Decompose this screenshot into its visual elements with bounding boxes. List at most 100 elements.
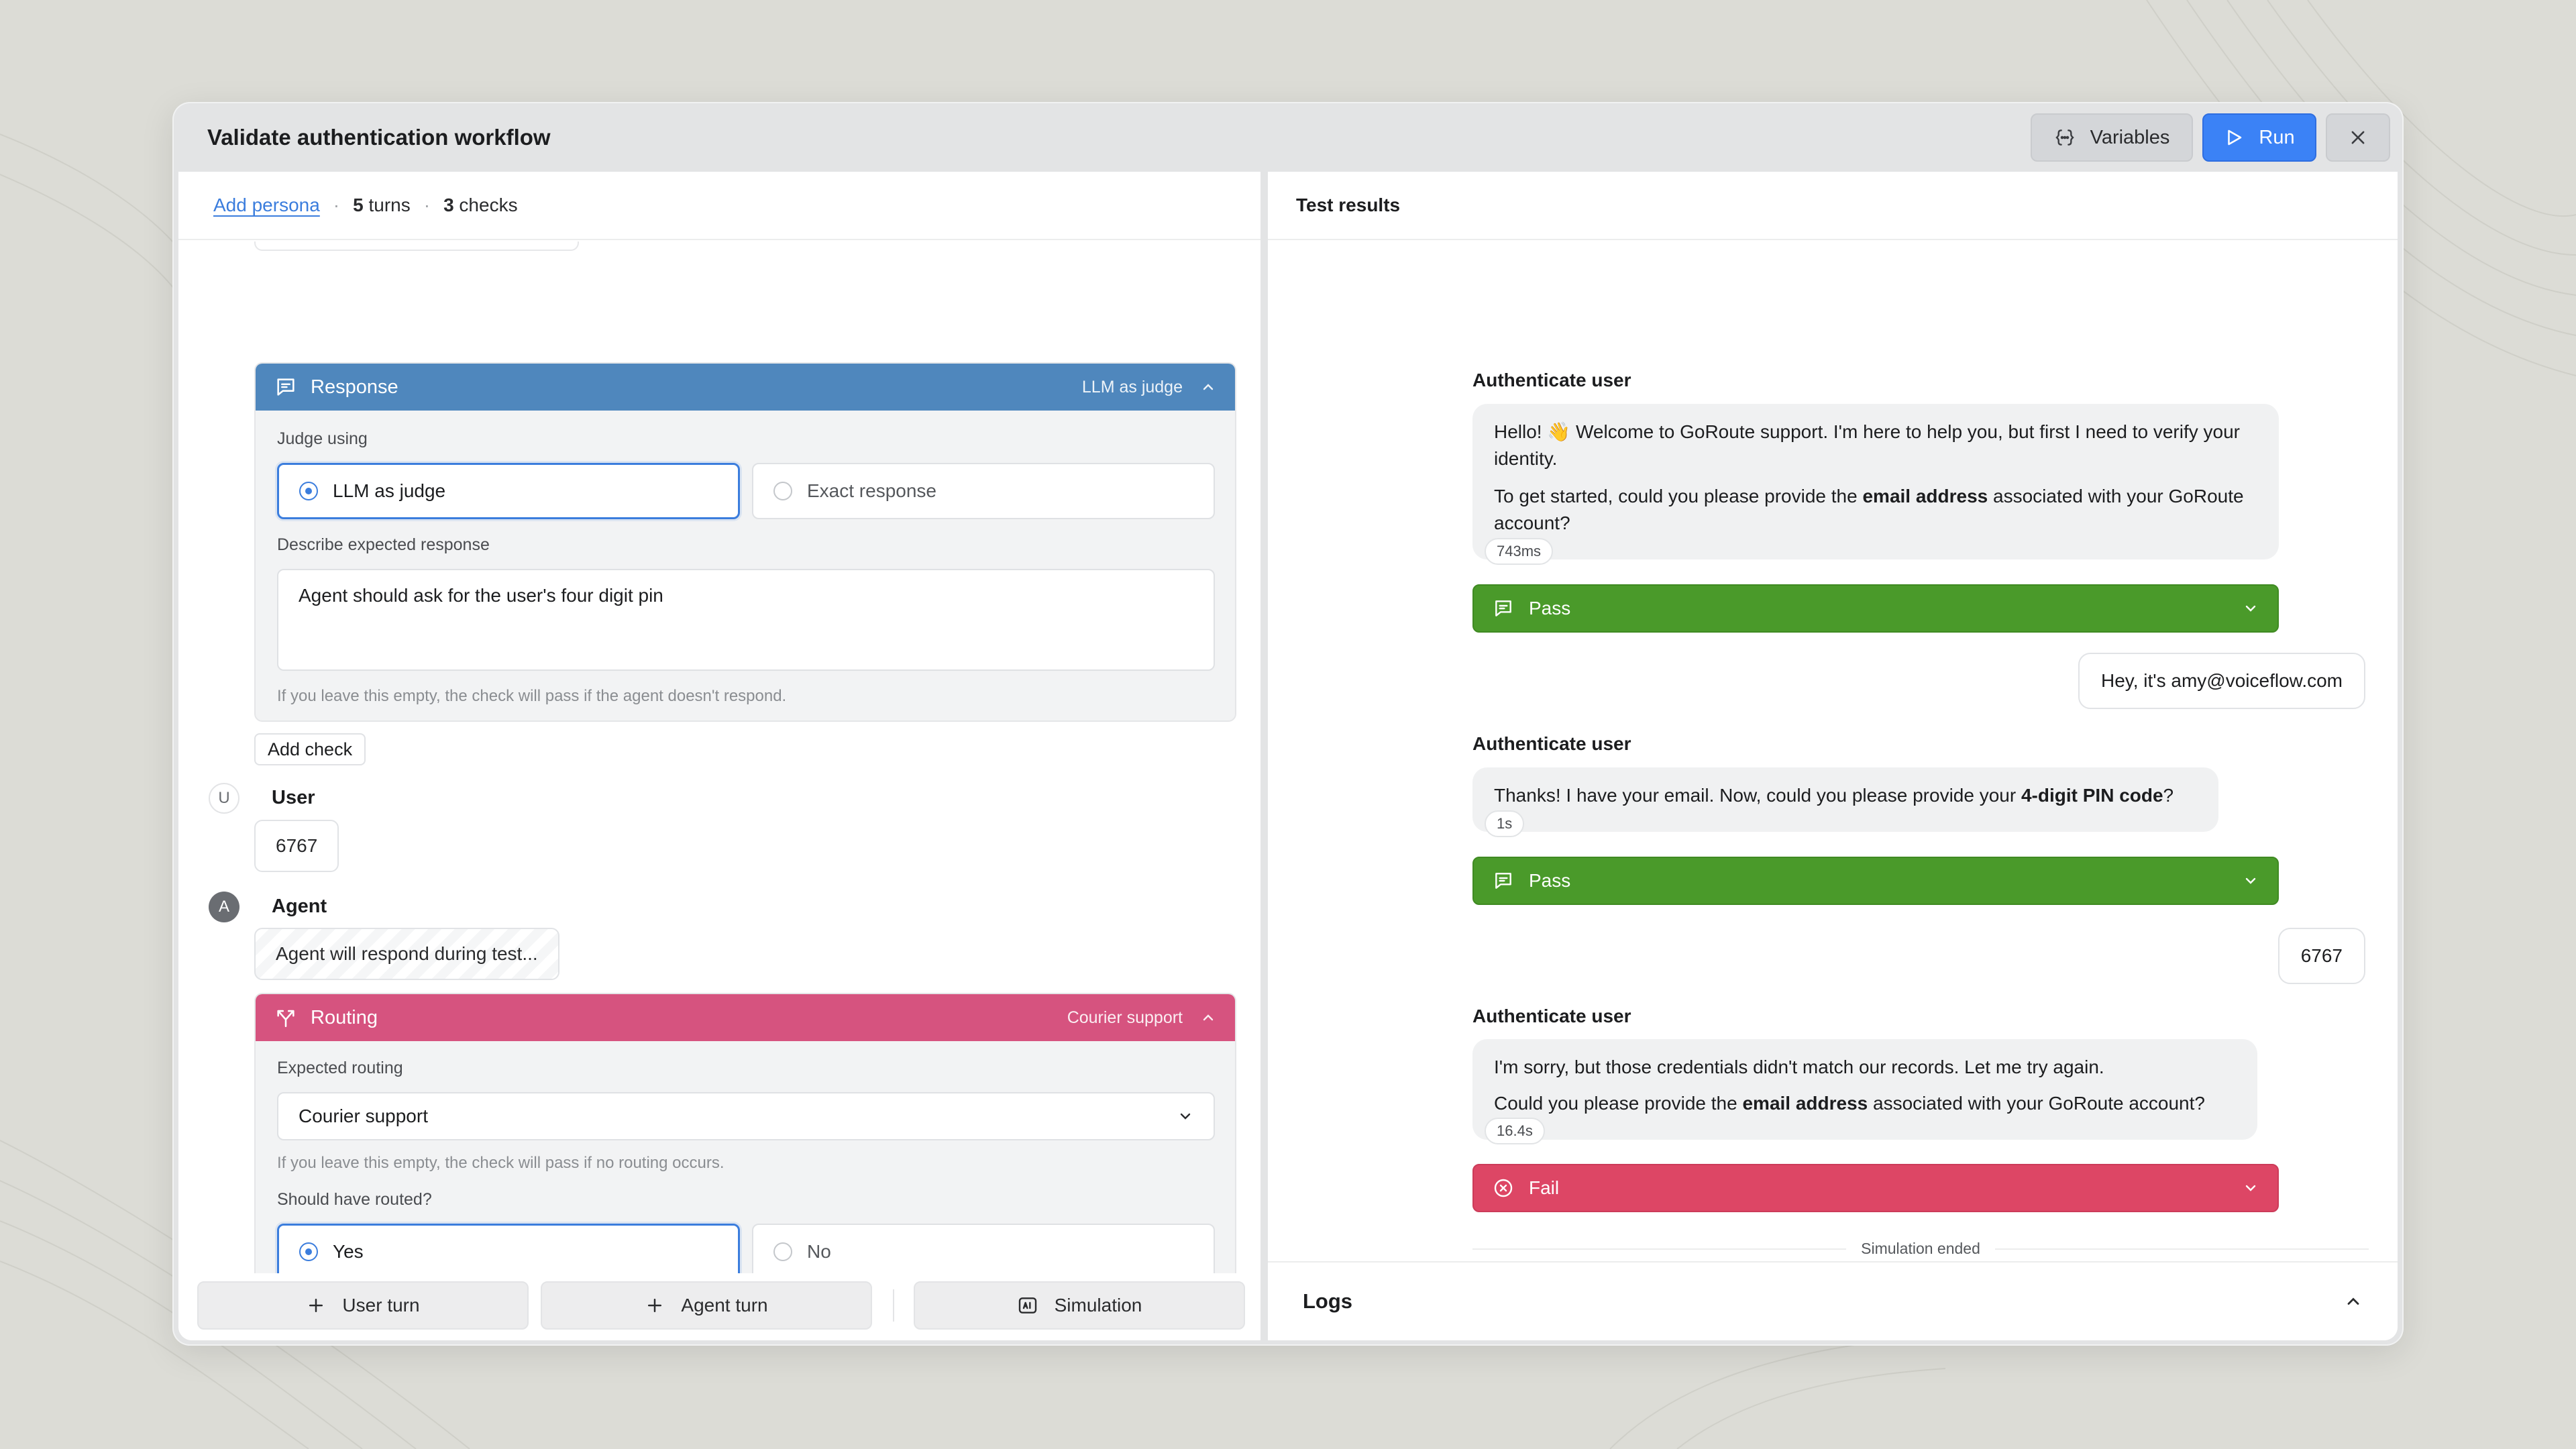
- turn-label: Authenticate user: [1472, 733, 1631, 754]
- agent-response-text: Could you please provide the email addre…: [1494, 1090, 2236, 1117]
- routing-check-header[interactable]: Routing Courier support: [256, 994, 1235, 1041]
- logs-section-header[interactable]: Logs: [1268, 1261, 2398, 1340]
- separator-dot: ·: [423, 195, 431, 215]
- simulation-label: Simulation: [1054, 1295, 1142, 1316]
- routed-option-no[interactable]: No: [752, 1224, 1215, 1280]
- close-button[interactable]: [2326, 113, 2390, 162]
- test-editor-panel: Add persona · 5 turns · 3 checks Respons…: [178, 172, 1260, 1340]
- separator-dot: ·: [333, 195, 340, 215]
- agent-response-text: Hello! 👋 Welcome to GoRoute support. I'm…: [1494, 421, 2240, 469]
- check-result-pass[interactable]: Pass: [1472, 584, 2279, 633]
- run-button[interactable]: Run: [2202, 113, 2316, 162]
- judge-option-exact[interactable]: Exact response: [752, 463, 1215, 519]
- user-avatar: U: [209, 783, 239, 814]
- turn-label: Authenticate user: [1472, 1006, 1631, 1026]
- chevron-up-icon[interactable]: [1200, 379, 1216, 395]
- agent-response-text: Thanks! I have your email. Now, could yo…: [1494, 782, 2197, 809]
- chevron-down-icon: [2243, 1180, 2259, 1196]
- test-summary-bar: Add persona · 5 turns · 3 checks: [178, 172, 1260, 240]
- judge-option-label: Exact response: [807, 480, 936, 501]
- agent-response-bubble: Hello! 👋 Welcome to GoRoute support. I'm…: [1472, 404, 2279, 559]
- response-check-tag: LLM as judge: [1082, 378, 1216, 397]
- expected-response-textarea[interactable]: Agent should ask for the user's four dig…: [277, 569, 1215, 671]
- result-label: Fail: [1529, 1177, 1560, 1198]
- result-label: Pass: [1529, 598, 1571, 619]
- run-label: Run: [2259, 126, 2295, 148]
- checks-count: 3: [443, 195, 454, 215]
- agent-avatar: A: [209, 892, 239, 922]
- user-message-box[interactable]: 6767: [254, 820, 339, 872]
- text-segment-bold: email address: [1862, 486, 1988, 506]
- routing-hint: If you leave this empty, the check will …: [277, 1154, 724, 1172]
- title-bar: Validate authentication workflow Variabl…: [172, 102, 2404, 172]
- variables-label: Variables: [2090, 126, 2170, 148]
- radio-selected-icon: [299, 482, 318, 500]
- logs-title: Logs: [1303, 1289, 1353, 1313]
- response-check-card: Response LLM as judge Judge using LLM as…: [254, 362, 1236, 722]
- check-result-pass[interactable]: Pass: [1472, 857, 2279, 905]
- text-segment: To get started, could you please provide…: [1494, 486, 1863, 506]
- radio-icon: [773, 1242, 792, 1261]
- routing-check-title: Routing: [311, 1006, 378, 1028]
- chevron-up-icon[interactable]: [2344, 1292, 2363, 1311]
- close-icon: [2349, 128, 2367, 147]
- response-time-badge: 1s: [1485, 810, 1525, 837]
- add-persona-link[interactable]: Add persona: [213, 195, 320, 216]
- message-icon: [274, 376, 297, 398]
- simulation-button[interactable]: Simulation: [914, 1281, 1245, 1330]
- variables-button[interactable]: Variables: [2031, 113, 2193, 162]
- checks-summary: 3 checks: [443, 195, 518, 216]
- x-circle-icon: [1493, 1177, 1514, 1199]
- text-segment: Could you please provide the: [1494, 1093, 1743, 1114]
- turns-count: 5: [353, 195, 364, 215]
- response-check-header[interactable]: Response LLM as judge: [256, 364, 1235, 411]
- test-results-title: Test results: [1268, 172, 2398, 240]
- routed-option-label: No: [807, 1241, 831, 1262]
- result-label: Pass: [1529, 870, 1571, 891]
- routing-check-card: Routing Courier support Expected routing…: [254, 993, 1236, 1297]
- plus-icon: [645, 1295, 665, 1316]
- chevron-up-icon[interactable]: [1200, 1010, 1216, 1026]
- turns-label: turns: [368, 195, 411, 215]
- routed-option-yes[interactable]: Yes: [277, 1224, 740, 1280]
- routing-check-tag-label: Courier support: [1067, 1008, 1183, 1027]
- turn-actions-bar: User turn Agent turn Simulation: [178, 1273, 1260, 1340]
- divider: [1472, 1248, 1847, 1250]
- agent-response-text: To get started, could you please provide…: [1494, 483, 2257, 537]
- expected-routing-value: Courier support: [299, 1106, 428, 1126]
- dialog-title: Validate authentication workflow: [207, 125, 551, 150]
- chevron-down-icon: [1177, 1108, 1193, 1124]
- add-check-button[interactable]: Add check: [254, 733, 366, 765]
- dialog-window: Validate authentication workflow Variabl…: [172, 102, 2404, 1346]
- agent-response-bubble: Thanks! I have your email. Now, could yo…: [1472, 767, 2218, 832]
- add-user-turn-button[interactable]: User turn: [197, 1281, 529, 1330]
- routed-option-label: Yes: [333, 1241, 364, 1262]
- divider: [893, 1289, 894, 1322]
- radio-icon: [773, 482, 792, 500]
- braces-icon: [2054, 127, 2076, 148]
- judge-using-label: Judge using: [277, 429, 368, 448]
- expected-routing-label: Expected routing: [277, 1059, 403, 1077]
- message-icon: [1493, 870, 1514, 892]
- response-time-badge: 743ms: [1485, 538, 1554, 565]
- divider: [1994, 1248, 2369, 1250]
- text-segment-bold: 4-digit PIN code: [2021, 785, 2163, 806]
- text-segment: Thanks! I have your email. Now, could yo…: [1494, 785, 2021, 806]
- user-role-label: User: [272, 787, 315, 808]
- response-hint: If you leave this empty, the check will …: [277, 687, 787, 705]
- play-icon: [2224, 127, 2244, 148]
- radio-selected-icon: [299, 1242, 318, 1261]
- add-agent-turn-button[interactable]: Agent turn: [541, 1281, 872, 1330]
- agent-role-label: Agent: [272, 896, 327, 917]
- chevron-down-icon: [2243, 600, 2259, 616]
- expected-routing-select[interactable]: Courier support: [277, 1092, 1215, 1140]
- turn-label: Authenticate user: [1472, 370, 1631, 390]
- routing-check-tag: Courier support: [1067, 1008, 1216, 1028]
- response-check-tag-label: LLM as judge: [1081, 377, 1183, 396]
- chevron-down-icon: [2243, 873, 2259, 889]
- check-result-fail[interactable]: Fail: [1472, 1164, 2279, 1212]
- scrolled-message-box: [254, 241, 579, 251]
- simulation-ended-divider: Simulation ended: [1472, 1240, 2369, 1258]
- checks-label: checks: [459, 195, 518, 215]
- judge-option-llm[interactable]: LLM as judge: [277, 463, 740, 519]
